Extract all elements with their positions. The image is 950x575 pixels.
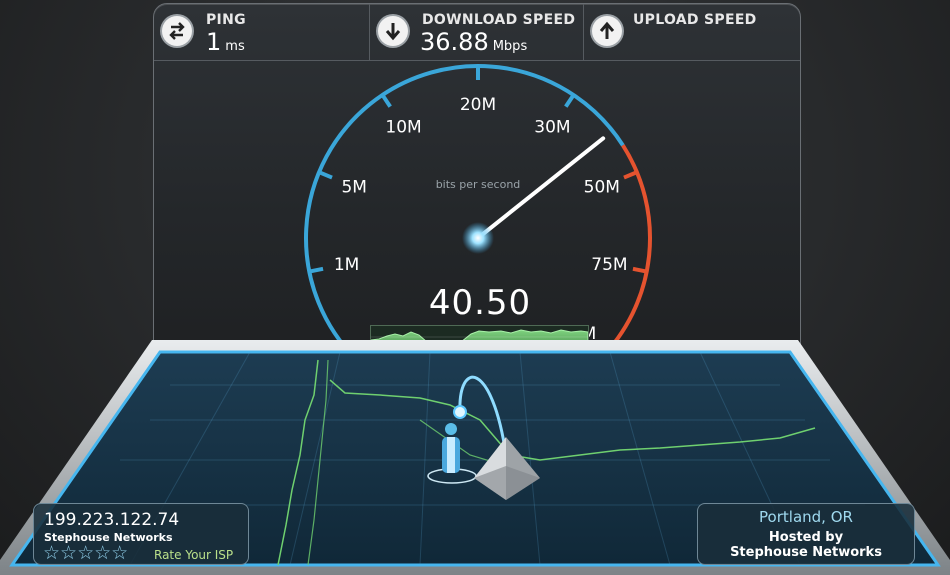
gauge-tick [380, 93, 392, 108]
gauge-tick [354, 348, 368, 362]
gauge-hub [462, 222, 494, 254]
rate-isp-link[interactable]: Rate Your ISP [154, 548, 233, 562]
throughput-graph [370, 325, 589, 360]
gauge-tick-label: 5M [341, 178, 366, 198]
gauge-unit-caption: bits per second [436, 178, 521, 191]
server-city: Portland, OR [759, 508, 853, 526]
gauge-tick-label: 50M [584, 178, 620, 198]
gauge-tick-label: 10M [385, 118, 421, 138]
gauge-tick [588, 348, 602, 362]
gauge-tick-label: 75M [591, 255, 627, 275]
hosted-by-label: Hosted by [768, 530, 844, 545]
gauge-tick [318, 170, 333, 180]
client-ip: 199.223.122.74 [44, 510, 180, 530]
host-name: Stephouse Networks [730, 545, 882, 560]
gauge-tick [632, 266, 648, 274]
gauge-tick [564, 93, 576, 108]
server-host: Hosted by Stephouse Networks [698, 530, 914, 560]
gauge-tick [623, 170, 638, 180]
gauge-tick-label: 20M [460, 95, 496, 115]
gauge-tick-label: 30M [534, 118, 570, 138]
server-info-panel: Portland, OR Hosted by Stephouse Network… [697, 503, 915, 565]
client-info-panel: 199.223.122.74 Stephouse Networks ☆☆☆☆☆ … [33, 503, 249, 565]
gauge-tick-label: 1M [334, 255, 359, 275]
current-speed-reading: 40.50 [428, 283, 532, 323]
isp-rating-stars[interactable]: ☆☆☆☆☆ [43, 542, 128, 564]
gauge-tick [308, 266, 324, 274]
